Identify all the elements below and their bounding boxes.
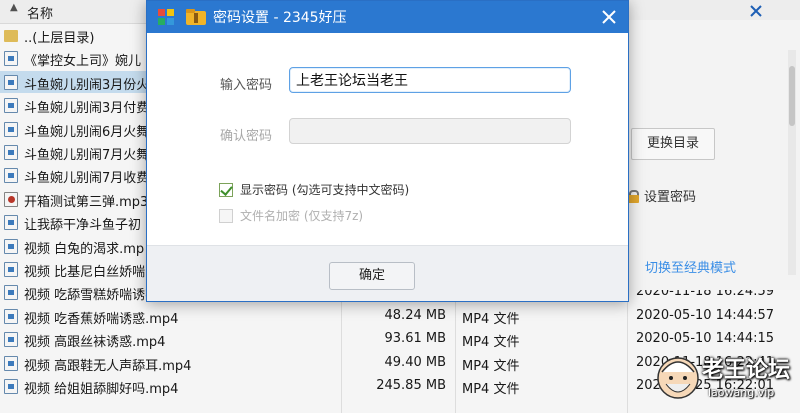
set-password-button[interactable]: 设置密码 [627,186,696,205]
show-password-label: 显示密码 (勾选可支持中文密码) [240,183,410,197]
classic-mode-link[interactable]: 切换至经典模式 [645,257,736,276]
password-input[interactable] [289,67,571,93]
archive-icon [186,9,206,25]
dialog-title: 密码设置 - 2345好压 [213,10,347,26]
encrypt-filenames-checkbox-row: 文件名加密 (仅支持7z) [219,207,363,224]
confirm-password-label: 确认密码 [220,129,273,144]
dialog-footer: 确定 [147,245,628,301]
encrypt-filenames-checkbox [219,209,233,223]
confirm-password-input[interactable] [289,118,571,144]
password-label: 输入密码 [220,78,273,93]
watermark-url: laowang.vip [708,386,775,399]
dialog-body: 输入密码 确认密码 显示密码 (勾选可支持中文密码) 文件名加密 (仅支持7z) [175,33,600,245]
close-icon[interactable] [749,4,763,18]
password-settings-dialog: 密码设置 - 2345好压 输入密码 确认密码 显示密码 (勾选可支持中文密码)… [146,0,629,302]
watermark: 老王论坛 laowang.vip [656,352,796,408]
encrypt-filenames-label: 文件名加密 (仅支持7z) [240,209,364,223]
scrollbar[interactable] [788,50,796,275]
close-icon[interactable] [600,8,618,26]
change-directory-button[interactable]: 更换目录 [631,128,715,160]
show-password-checkbox[interactable] [219,183,233,197]
app-logo-icon [158,9,174,25]
watermark-face-logo-icon [657,357,699,399]
show-password-checkbox-row[interactable]: 显示密码 (勾选可支持中文密码) [219,181,409,198]
watermark-title: 老王论坛 [702,358,791,383]
ok-button[interactable]: 确定 [329,262,415,290]
set-password-label: 设置密码 [644,190,697,205]
dialog-titlebar[interactable]: 密码设置 - 2345好压 [147,1,628,33]
archive-app-panel: 更换目录 设置密码 切换至经典模式 [610,5,800,290]
